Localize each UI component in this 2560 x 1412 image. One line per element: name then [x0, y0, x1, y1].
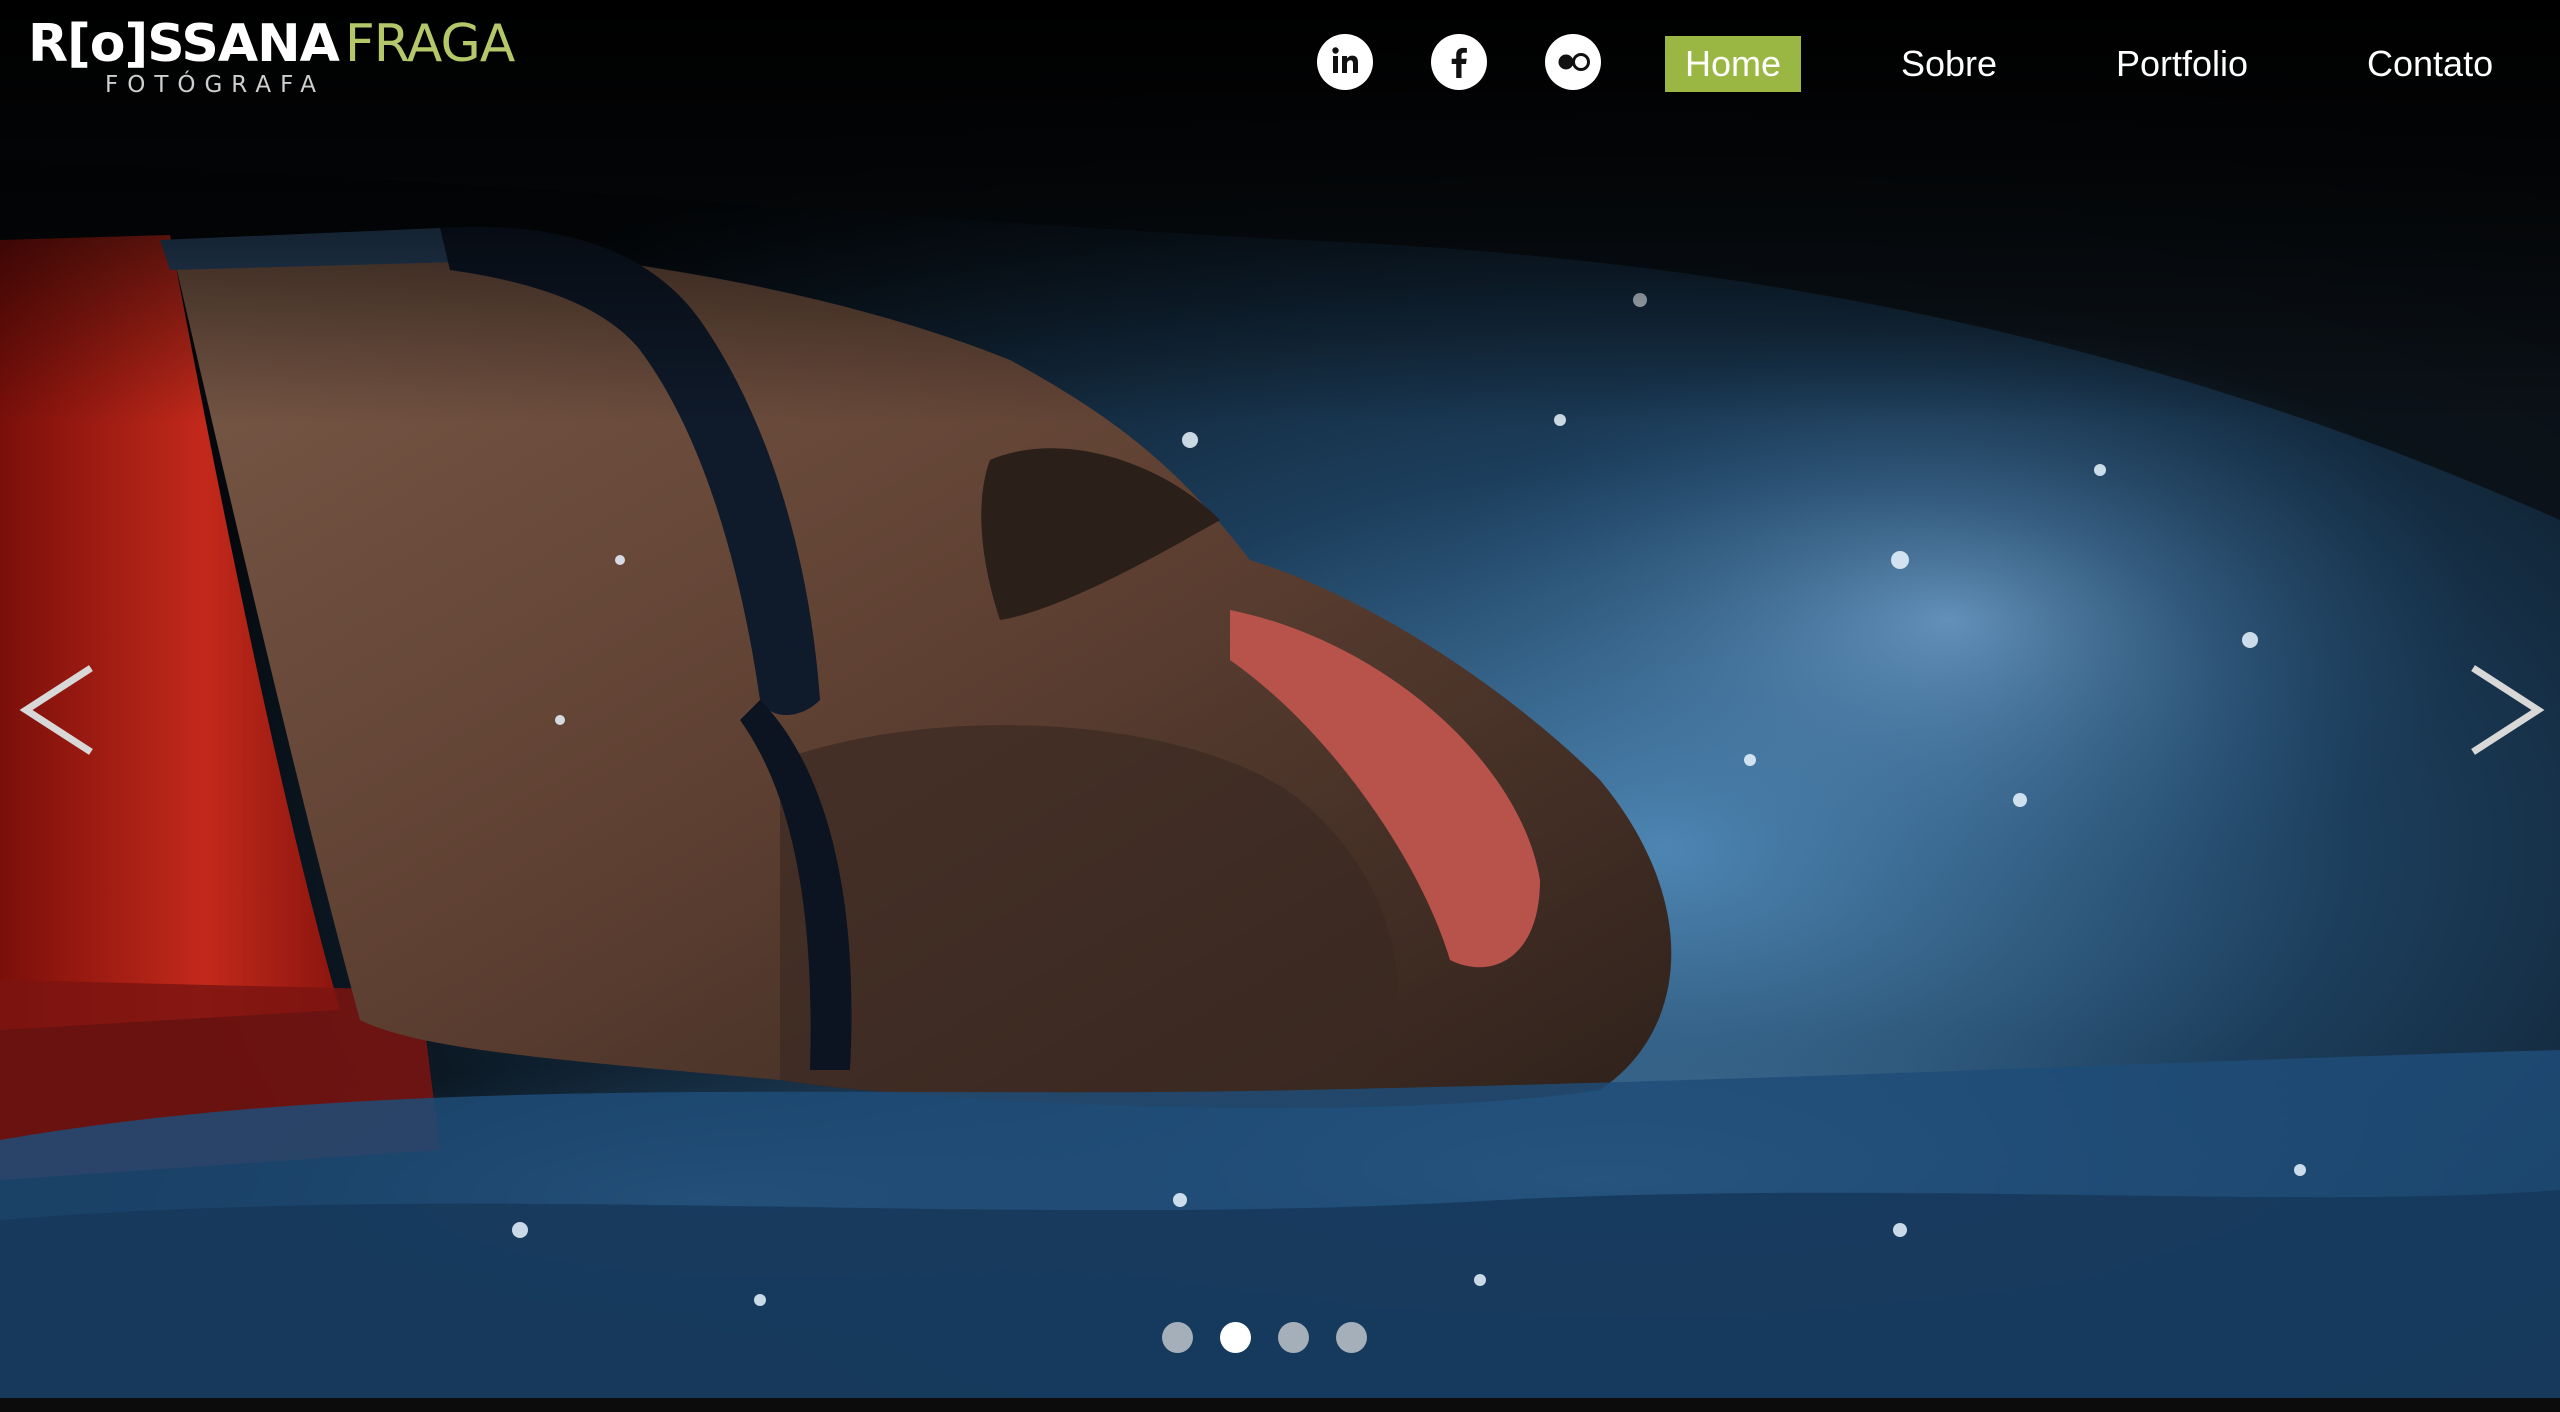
- flickr-link[interactable]: [1545, 34, 1601, 90]
- nav-sobre[interactable]: Sobre: [1901, 36, 1997, 92]
- nav-contato[interactable]: Contato: [2367, 36, 2493, 92]
- nav-home-label: Home: [1685, 43, 1782, 84]
- facebook-icon: [1451, 47, 1467, 78]
- nav-portfolio[interactable]: Portfolio: [2116, 36, 2248, 92]
- nav-contato-label: Contato: [2367, 43, 2494, 84]
- prev-slide-button[interactable]: [12, 660, 102, 760]
- flickr-icon: [1558, 53, 1590, 71]
- nav-portfolio-label: Portfolio: [2116, 43, 2249, 84]
- hero-slider: R[o]SSANA FRAGA FOTÓGRAFA Home Sobre Port…: [0, 0, 2560, 1412]
- chevron-right-icon: [2471, 665, 2545, 755]
- slide-dot-1[interactable]: [1162, 1322, 1193, 1353]
- hero-photo: [0, 0, 2560, 1412]
- slide-pagination: [1162, 1322, 1367, 1358]
- brand-logo[interactable]: R[o]SSANA FRAGA FOTÓGRAFA: [28, 14, 515, 104]
- brand-name: R[o]SSANA FRAGA: [28, 14, 515, 74]
- facebook-link[interactable]: [1431, 34, 1487, 90]
- nav-sobre-label: Sobre: [1901, 43, 1998, 84]
- linkedin-link[interactable]: [1317, 34, 1373, 90]
- linkedin-icon: [1332, 47, 1358, 73]
- slide-dot-3[interactable]: [1278, 1322, 1309, 1353]
- bottom-edge: [0, 1398, 2560, 1412]
- slide-dot-2[interactable]: [1220, 1322, 1251, 1353]
- nav-home[interactable]: Home: [1665, 36, 1802, 92]
- slide-dot-4[interactable]: [1336, 1322, 1367, 1353]
- next-slide-button[interactable]: [2462, 660, 2552, 760]
- brand-first-name: R[o]SSANA: [28, 14, 340, 74]
- brand-last-name: FRAGA: [344, 14, 515, 74]
- brand-subtitle: FOTÓGRAFA: [105, 72, 325, 98]
- chevron-left-icon: [19, 665, 93, 755]
